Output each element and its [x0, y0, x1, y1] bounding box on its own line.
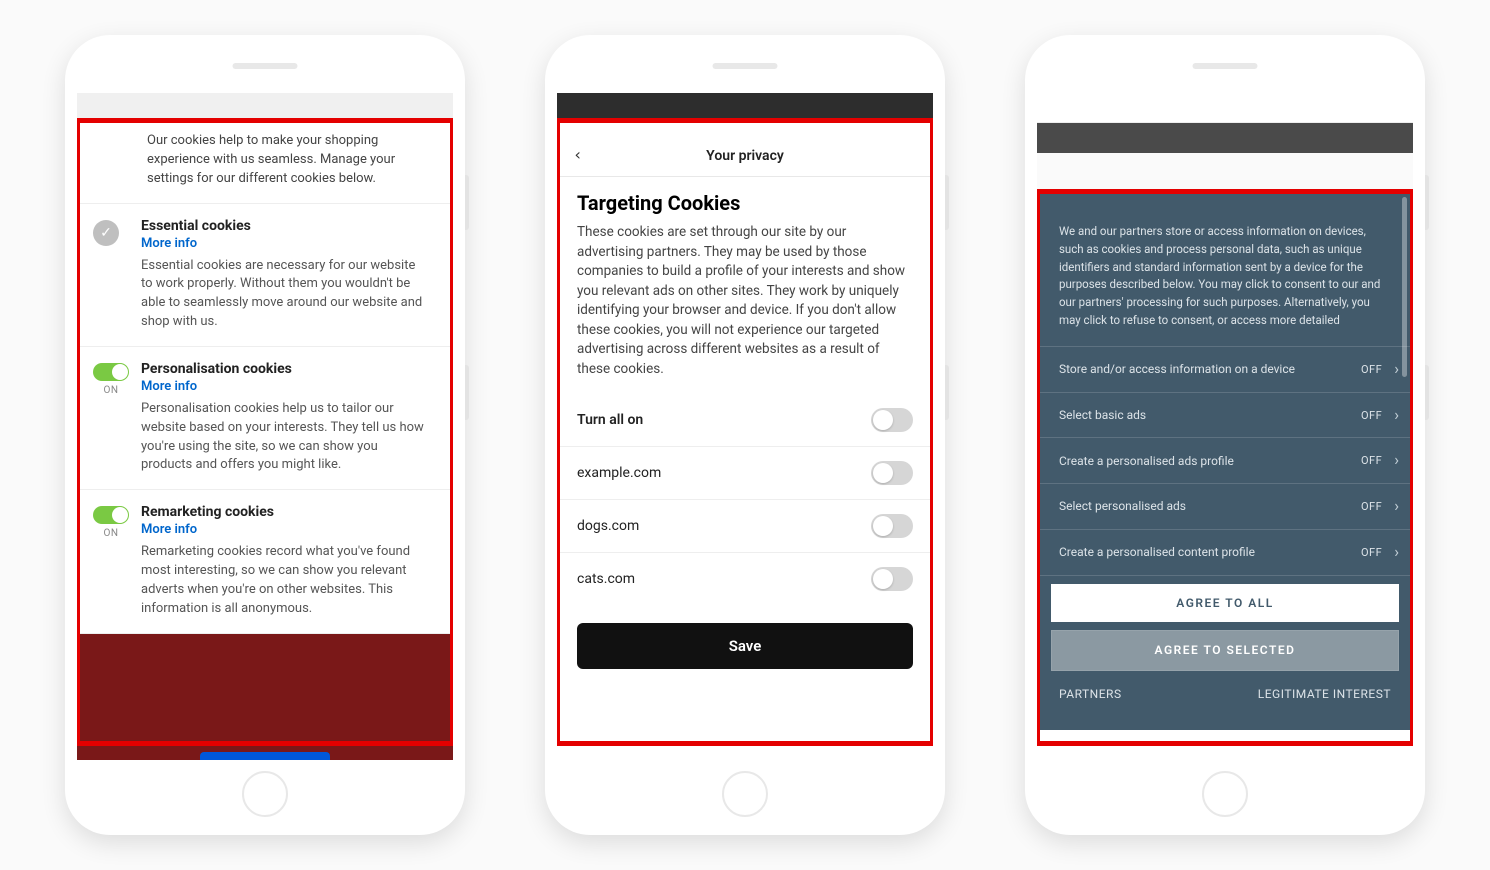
partners-link[interactable]: PARTNERS [1059, 685, 1122, 704]
partner-label: example.com [577, 465, 661, 481]
consent-intro: We and our partners store or access info… [1037, 193, 1413, 346]
intro-text: Our cookies help to make your shopping e… [77, 118, 453, 204]
cookie-section-remarketing: ON Remarketing cookies More info Remarke… [77, 490, 453, 633]
phone-mockup-2: ‹ Your privacy Targeting Cookies These c… [545, 35, 945, 835]
panel-description: These cookies are set through our site b… [557, 223, 933, 394]
purpose-label: Store and/or access information on a dev… [1059, 360, 1353, 379]
legitimate-interest-link[interactable]: LEGITIMATE INTEREST [1258, 685, 1391, 704]
partner-row: dogs.com [557, 499, 933, 552]
off-label: OFF [1361, 498, 1382, 515]
partner-row: example.com [557, 446, 933, 499]
partner-label: dogs.com [577, 518, 639, 534]
targeting-cookies-panel: ‹ Your privacy Targeting Cookies These c… [557, 133, 933, 760]
partner-label: cats.com [577, 571, 635, 587]
purpose-row: Select basic ads OFF › [1037, 393, 1413, 439]
cookie-section-personalisation: ON Personalisation cookies More info Per… [77, 347, 453, 490]
chevron-right-icon[interactable]: › [1390, 540, 1403, 565]
phone-mockup-1: Our cookies help to make your shopping e… [65, 35, 465, 835]
on-label: ON [93, 528, 129, 539]
phone-mockup-3: We and our partners store or access info… [1025, 35, 1425, 835]
turn-all-on-label: Turn all on [577, 412, 643, 428]
consent-panel: We and our partners store or access info… [1037, 193, 1413, 730]
check-icon: ✓ [93, 220, 119, 246]
purposes-list: Store and/or access information on a dev… [1037, 346, 1413, 576]
screen-2: ‹ Your privacy Targeting Cookies These c… [557, 93, 933, 760]
agree-all-button[interactable]: AGREE TO ALL [1051, 584, 1399, 623]
off-label: OFF [1361, 452, 1382, 469]
more-info-link[interactable]: More info [141, 236, 429, 251]
panel-header: ‹ Your privacy [557, 133, 933, 177]
cookie-section-essential: ✓ Essential cookies More info Essential … [77, 204, 453, 347]
panel-heading: Targeting Cookies [557, 177, 933, 223]
side-button [465, 365, 469, 420]
turn-all-on-row: Turn all on [557, 394, 933, 446]
more-info-link[interactable]: More info [141, 379, 429, 394]
save-button[interactable]: Save [577, 623, 913, 669]
toggle-switch[interactable] [871, 514, 913, 538]
purpose-row: Select personalised ads OFF › [1037, 484, 1413, 530]
off-label: OFF [1361, 544, 1382, 561]
side-button [1425, 365, 1429, 420]
section-title: Essential cookies [141, 218, 429, 234]
back-icon[interactable]: ‹ [573, 145, 583, 164]
footer-links: PARTNERS LEGITIMATE INTEREST [1037, 671, 1413, 718]
purpose-label: Select basic ads [1059, 406, 1353, 425]
off-label: OFF [1361, 407, 1382, 424]
toggle-switch[interactable] [93, 363, 129, 381]
toggle-switch[interactable] [871, 461, 913, 485]
partner-row: cats.com [557, 552, 933, 605]
scrollbar[interactable] [1402, 197, 1407, 377]
purpose-row: Create a personalised ads profile OFF › [1037, 438, 1413, 484]
side-button [465, 175, 469, 230]
section-desc: Personalisation cookies help us to tailo… [141, 400, 429, 475]
purpose-label: Select personalised ads [1059, 497, 1353, 516]
purpose-label: Create a personalised content profile [1059, 543, 1353, 562]
toggle-switch[interactable] [871, 567, 913, 591]
side-button [945, 365, 949, 420]
purpose-row: Create a personalised content profile OF… [1037, 530, 1413, 576]
chevron-right-icon[interactable]: › [1390, 448, 1403, 473]
header-title: Your privacy [706, 148, 784, 164]
agree-selected-button[interactable]: AGREE TO SELECTED [1051, 630, 1399, 671]
section-title: Personalisation cookies [141, 361, 429, 377]
primary-button[interactable] [200, 752, 330, 760]
more-info-link[interactable]: More info [141, 522, 429, 537]
section-desc: Remarketing cookies record what you've f… [141, 543, 429, 618]
section-title: Remarketing cookies [141, 504, 429, 520]
section-desc: Essential cookies are necessary for our … [141, 257, 429, 332]
toggle-switch[interactable] [871, 408, 913, 432]
screen-3: We and our partners store or access info… [1037, 93, 1413, 760]
screen-1: Our cookies help to make your shopping e… [77, 93, 453, 760]
toggle-switch[interactable] [93, 506, 129, 524]
chevron-right-icon[interactable]: › [1390, 403, 1403, 428]
side-button [1425, 175, 1429, 230]
side-button [945, 175, 949, 230]
purpose-row: Store and/or access information on a dev… [1037, 347, 1413, 393]
off-label: OFF [1361, 361, 1382, 378]
chevron-right-icon[interactable]: › [1390, 494, 1403, 519]
purpose-label: Create a personalised ads profile [1059, 452, 1353, 471]
on-label: ON [93, 385, 129, 396]
cookie-settings-panel: Our cookies help to make your shopping e… [77, 118, 453, 760]
